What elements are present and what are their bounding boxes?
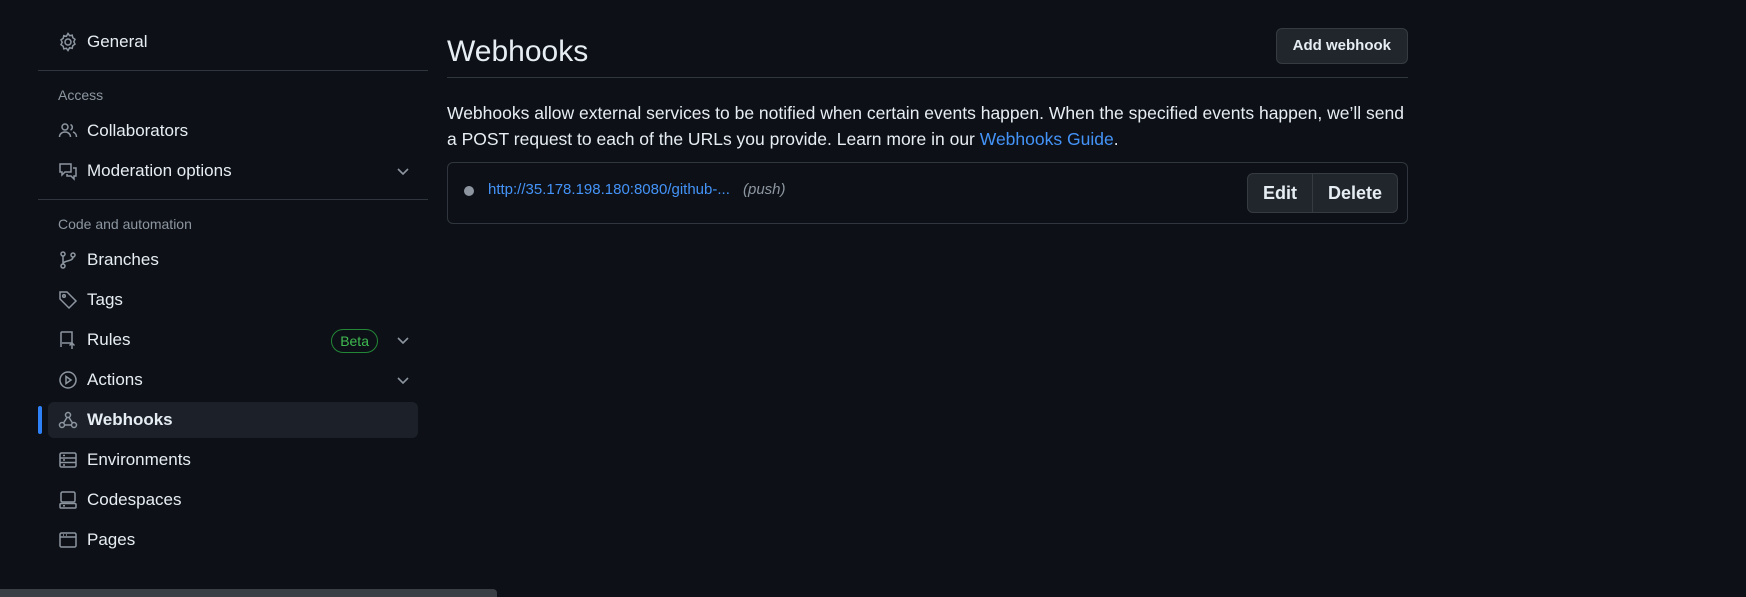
repo-push-icon bbox=[58, 330, 78, 350]
chevron-down-icon[interactable] bbox=[394, 371, 412, 389]
sidebar-item-label: Actions bbox=[87, 370, 143, 389]
sidebar-item-label: Branches bbox=[87, 250, 159, 269]
sidebar-item-codespaces[interactable]: Codespaces bbox=[48, 482, 418, 518]
sidebar-item-label: Moderation options bbox=[87, 161, 232, 180]
sidebar-item-label: Pages bbox=[87, 530, 136, 549]
sidebar-divider bbox=[38, 199, 428, 200]
sidebar-item-general[interactable]: General bbox=[48, 24, 418, 60]
section-heading-code: Code and automation bbox=[58, 216, 192, 232]
play-icon bbox=[58, 370, 78, 390]
sidebar-item-actions[interactable]: Actions bbox=[48, 362, 418, 398]
codespaces-icon bbox=[58, 490, 78, 510]
sidebar-item-label: Environments bbox=[87, 450, 191, 469]
gear-icon bbox=[58, 32, 78, 52]
sidebar-item-label: Rules bbox=[87, 330, 131, 349]
webhooks-guide-link[interactable]: Webhooks Guide bbox=[980, 129, 1114, 149]
edit-button[interactable]: Edit bbox=[1246, 173, 1313, 213]
sidebar-item-label: Tags bbox=[87, 290, 123, 309]
server-icon bbox=[58, 450, 78, 470]
section-heading-access: Access bbox=[58, 87, 104, 103]
sidebar-item-label: General bbox=[87, 32, 148, 51]
sidebar-item-moderation[interactable]: Moderation options bbox=[48, 153, 418, 189]
description-text: Webhooks allow external services to be n… bbox=[447, 103, 1404, 149]
git-branch-icon bbox=[58, 250, 78, 270]
sidebar-item-webhooks[interactable]: Webhooks bbox=[38, 402, 418, 438]
settings-sidebar: General Access Collaborators Moderation … bbox=[38, 24, 428, 562]
webhook-actions: Edit Delete bbox=[1246, 173, 1398, 213]
tag-icon bbox=[58, 290, 78, 310]
sidebar-item-rules[interactable]: Rules Beta bbox=[48, 322, 418, 358]
webhook-url-link[interactable]: http://35.178.198.180:8080/github-... bbox=[488, 181, 730, 198]
webhook-event: (push) bbox=[743, 181, 786, 198]
page-title: Webhooks bbox=[447, 34, 589, 68]
sidebar-item-label: Collaborators bbox=[87, 121, 189, 140]
chevron-down-icon[interactable] bbox=[394, 162, 412, 180]
delete-button[interactable]: Delete bbox=[1312, 173, 1398, 213]
people-icon bbox=[58, 121, 78, 141]
comment-discussion-icon bbox=[58, 161, 78, 181]
description-end: . bbox=[1113, 129, 1119, 149]
chevron-down-icon[interactable] bbox=[394, 331, 412, 349]
sidebar-divider bbox=[38, 70, 428, 71]
sidebar-item-label: Codespaces bbox=[87, 490, 182, 509]
webhook-list-item: http://35.178.198.180:8080/github-... (p… bbox=[447, 162, 1408, 224]
webhooks-description: Webhooks allow external services to be n… bbox=[447, 100, 1408, 152]
horizontal-scrollbar[interactable] bbox=[0, 589, 497, 597]
beta-badge: Beta bbox=[331, 329, 378, 353]
sidebar-item-collaborators[interactable]: Collaborators bbox=[48, 113, 418, 149]
browser-icon bbox=[58, 530, 78, 550]
sidebar-item-pages[interactable]: Pages bbox=[48, 522, 418, 558]
page-header: Webhooks Add webhook bbox=[447, 24, 1408, 78]
sidebar-item-label: Webhooks bbox=[87, 410, 173, 429]
sidebar-item-environments[interactable]: Environments bbox=[48, 442, 418, 478]
sidebar-item-tags[interactable]: Tags bbox=[48, 282, 418, 318]
sidebar-item-branches[interactable]: Branches bbox=[48, 242, 418, 278]
add-webhook-button[interactable]: Add webhook bbox=[1275, 27, 1408, 64]
main-content: Webhooks Add webhook Webhooks allow exte… bbox=[447, 24, 1408, 224]
status-dot-icon bbox=[464, 186, 474, 196]
webhook-icon bbox=[58, 410, 78, 430]
